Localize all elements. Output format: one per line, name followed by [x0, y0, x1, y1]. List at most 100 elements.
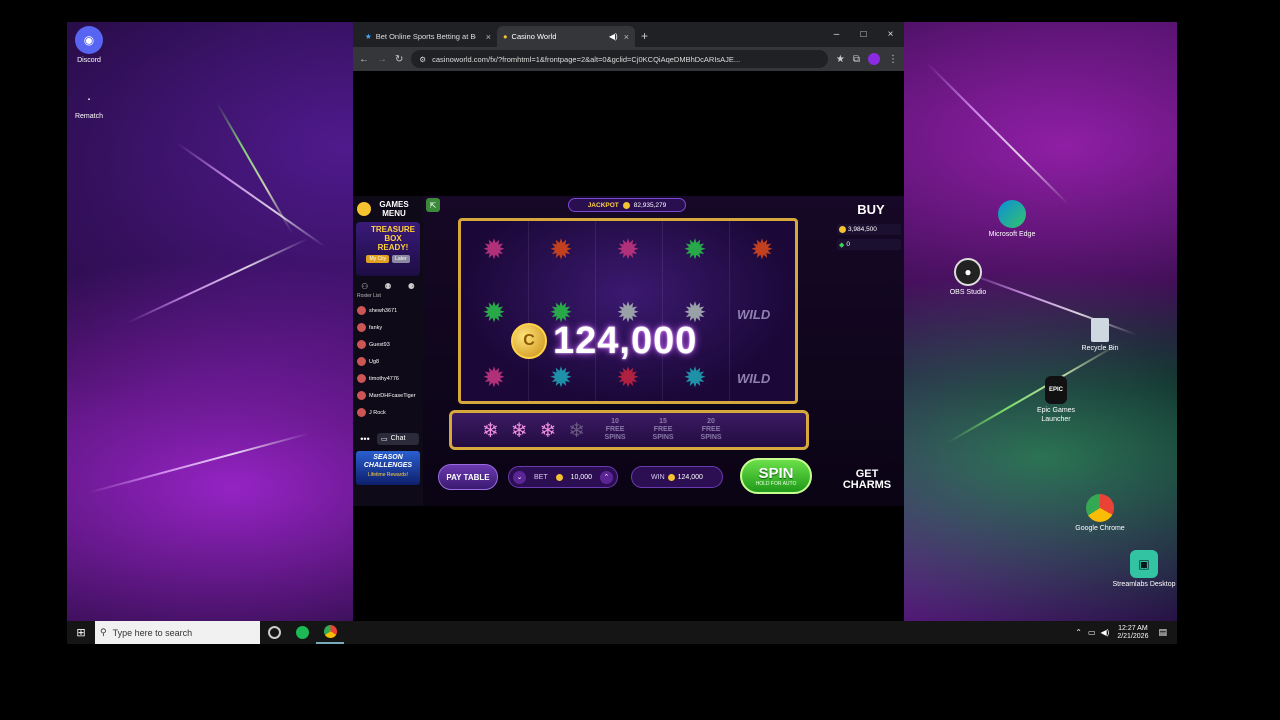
browser-toolbar: ← → ↻ ⚙ casinoworld.com/fx/?fromhtml=1&f… [353, 47, 904, 71]
list-item[interactable]: Ug8 [353, 353, 423, 370]
site-info-icon[interactable]: ⚙ [419, 55, 426, 64]
more-options-icon[interactable]: ••• [357, 434, 373, 444]
free-spins-15: 15 FREE SPINS [652, 418, 674, 441]
browser-window: ★ Bet Online Sports Betting at Be × ● Ca… [353, 22, 904, 621]
epic-games-icon: EPIC [1045, 376, 1067, 404]
edge-icon [998, 200, 1026, 228]
snowflake-charm-icon: ❄ [539, 419, 557, 442]
discord-icon: ◉ [75, 26, 103, 54]
purple-star-symbol: ✹ [482, 362, 506, 393]
desktop-icon-edge[interactable]: Microsoft Edge [980, 200, 1044, 239]
purple-star-symbol: ✹ [616, 234, 640, 265]
red-star-symbol: ✹ [549, 234, 573, 265]
avatar [357, 391, 366, 400]
game-settings-icon[interactable]: ⇱ [426, 198, 440, 212]
roster-people-icon[interactable]: ⚈ [408, 282, 415, 291]
clock[interactable]: 12:27 AM 2/21/2026 [1117, 625, 1148, 641]
back-icon[interactable]: ← [359, 54, 369, 65]
free-spins-meter: ❄ ❄ ❄ ❄ 10 FREE SPINS 15 FREE SPINS 20 FREE… [449, 410, 809, 450]
list-item[interactable]: Guest93 [353, 336, 423, 353]
list-item[interactable]: J Rock [353, 404, 423, 421]
avatar [357, 306, 366, 315]
teal-star-symbol: ✹ [683, 362, 707, 393]
season-challenges-banner[interactable]: SEASON CHALLENGES Lifetime Rewards! [356, 451, 420, 485]
desktop: ◉ Discord ▪ Rematch Microsoft Edge ● OBS… [67, 22, 1177, 644]
later-button[interactable]: Later [392, 255, 410, 263]
buy-button[interactable]: BUY [851, 202, 891, 217]
bet-increase-button[interactable]: ⌃ [599, 470, 613, 484]
bet-decrease-button[interactable]: ⌄ [513, 470, 526, 484]
network-icon[interactable]: ▭ [1088, 628, 1096, 637]
desktop-icon-streamlabs[interactable]: ▣ Streamlabs Desktop [1112, 550, 1176, 589]
free-spins-10: 10 FREE SPINS [604, 418, 626, 441]
free-spins-20: 20 FREE SPINS [700, 418, 722, 441]
tab-casino-world[interactable]: ● Casino World ◀) × [497, 26, 635, 47]
desktop-icon-discord[interactable]: ◉ Discord [67, 26, 121, 65]
wild-symbol: WILD [737, 371, 771, 386]
roster-friends-icon[interactable]: ⚇ [361, 282, 368, 291]
close-window-button[interactable]: × [877, 22, 904, 47]
chat-button[interactable]: ▭ Chat [377, 433, 419, 445]
roster-group-icon[interactable]: ⚉ [384, 282, 391, 291]
taskbar-obs[interactable] [260, 621, 288, 644]
get-charms-button[interactable]: GET CHARMS [839, 469, 895, 491]
bet-value: 10,000 [570, 473, 592, 481]
notifications-icon[interactable]: ▤ [1158, 627, 1167, 638]
extensions-icon[interactable]: ⧉ [853, 54, 860, 65]
my-city-button[interactable]: My City [366, 255, 390, 263]
close-tab-icon[interactable]: × [486, 32, 491, 42]
avatar [357, 340, 366, 349]
volume-icon[interactable]: ◀) [1101, 628, 1110, 637]
profile-avatar[interactable] [868, 53, 880, 65]
coin-icon: C [511, 323, 547, 359]
close-tab-icon[interactable]: × [624, 32, 629, 42]
new-tab-button[interactable]: + [641, 29, 648, 43]
list-item[interactable]: timothy4776 [353, 370, 423, 387]
forward-icon[interactable]: → [377, 54, 387, 65]
tab-bet-online[interactable]: ★ Bet Online Sports Betting at Be × [359, 26, 497, 47]
start-button[interactable]: ⊞ [67, 621, 95, 644]
desktop-icon-chrome[interactable]: Google Chrome [1068, 494, 1132, 533]
coin-balance: 3,984,500 [837, 224, 901, 235]
maximize-button[interactable]: □ [850, 22, 877, 47]
reload-icon[interactable]: ↻ [395, 54, 403, 65]
snowflake-charm-icon: ❄ [482, 419, 499, 442]
games-menu-button[interactable]: GAMES MENU [353, 196, 423, 222]
green-star-symbol: ✹ [482, 297, 506, 328]
coin-icon [555, 473, 563, 481]
minimize-button[interactable]: – [823, 22, 850, 47]
obs-icon [267, 626, 281, 639]
win-value: 124,000 [677, 473, 703, 481]
speaker-icon[interactable]: ◀) [609, 32, 618, 41]
slot-reels: ✹ ✹ ✹ ✹ ✹ ✹ ✹ ✹ ✹ WILD ✹ ✹ ✹ ✹ WILD C 12… [458, 218, 798, 404]
treasure-box-banner[interactable]: TREASURE BOX READY! My City Later [356, 222, 420, 276]
roster-list: shewh3671 fanky Guest93 Ug8 timothy4776 … [353, 302, 423, 421]
address-bar[interactable]: ⚙ casinoworld.com/fx/?fromhtml=1&frontpa… [411, 50, 828, 68]
chrome-icon [1086, 494, 1114, 522]
taskbar-search[interactable]: ⚲ Type here to search [95, 621, 260, 644]
slot-game: GAMES MENU TREASURE BOX READY! My City L… [353, 196, 904, 506]
windows-icon: ⊞ [76, 627, 86, 639]
show-hidden-icons[interactable]: ⌃ [1075, 628, 1082, 637]
casino-world-favicon: ● [503, 32, 508, 41]
taskbar-chrome[interactable] [316, 621, 344, 644]
desktop-icon-epic-games[interactable]: EPIC Epic Games Launcher [1024, 376, 1088, 424]
list-item[interactable]: fanky [353, 319, 423, 336]
desktop-icon-recycle-bin[interactable]: Recycle Bin [1068, 318, 1132, 353]
bookmark-star-icon[interactable]: ★ [836, 54, 845, 65]
win-display: WIN 124,000 [631, 466, 723, 488]
menu-kebab-icon[interactable]: ⋮ [888, 54, 898, 65]
pay-table-button[interactable]: PAY TABLE [438, 464, 498, 490]
roster-title: Roster List [357, 293, 381, 299]
taskbar-spotify[interactable] [288, 621, 316, 644]
spin-button[interactable]: SPIN HOLD FOR AUTO [740, 458, 812, 494]
chrome-icon [323, 625, 337, 638]
list-item[interactable]: shewh3671 [353, 302, 423, 319]
desktop-icon-rematch[interactable]: ▪ Rematch [67, 90, 121, 121]
spotify-icon [295, 626, 309, 639]
snowflake-charm-icon: ❄ [510, 419, 528, 442]
desktop-icon-obs[interactable]: ● OBS Studio [936, 258, 1000, 297]
avatar [357, 408, 366, 417]
list-item[interactable]: MarrDHFcaseTiger [353, 387, 423, 404]
streamlabs-icon: ▣ [1130, 550, 1158, 578]
